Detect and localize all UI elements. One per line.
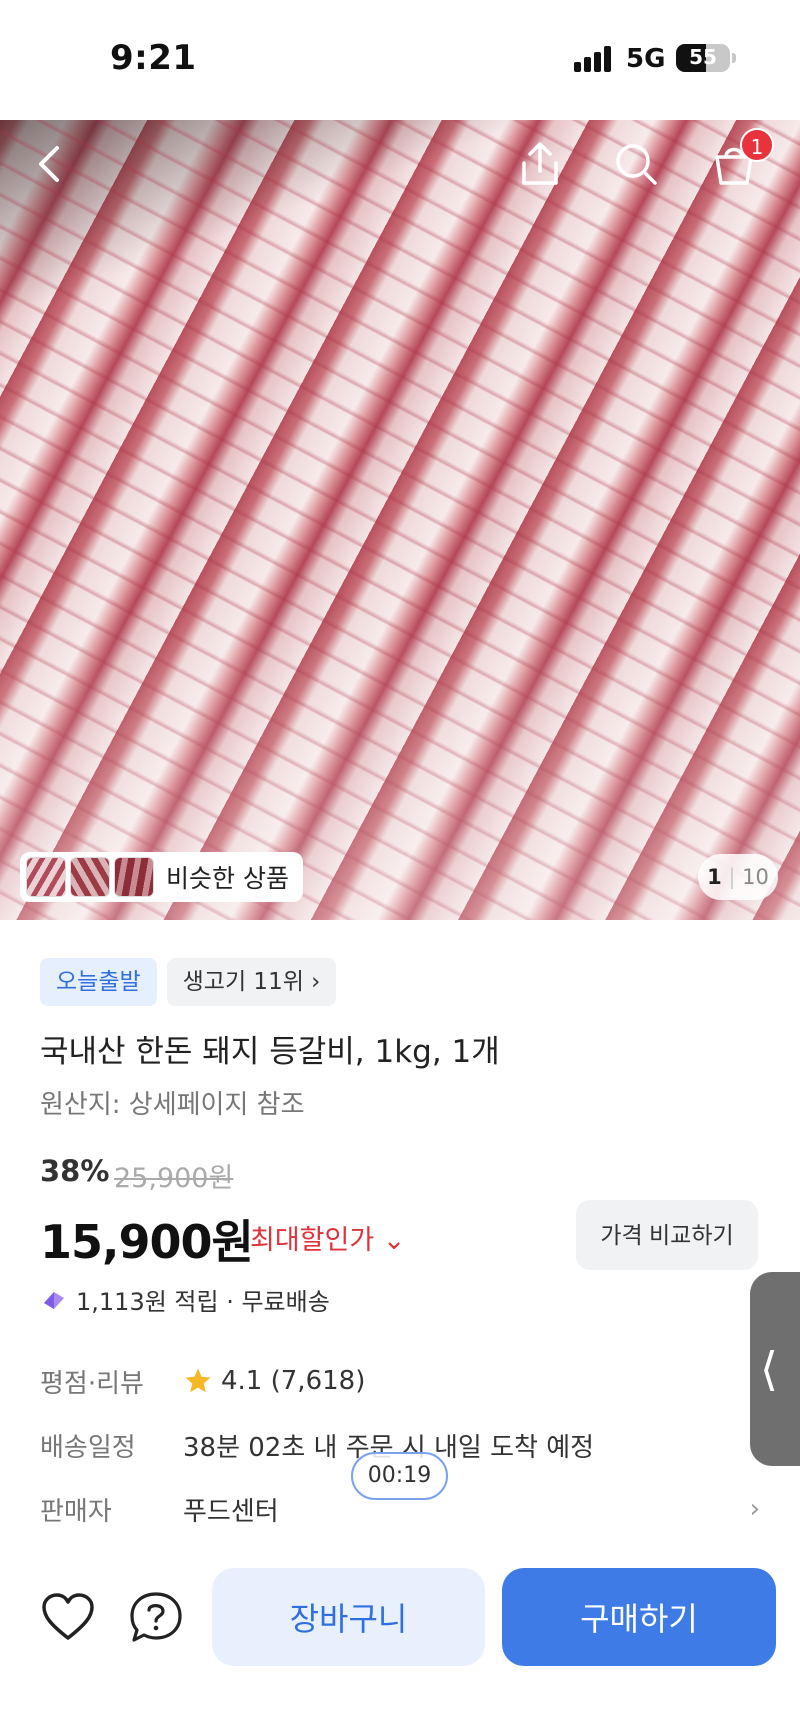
recording-timer[interactable]: 00:19 [351,1452,448,1500]
pager-current: 1 [707,865,722,889]
seller-key: 판매자 [40,1496,112,1527]
sale-price: 15,900원 [40,1215,254,1269]
product-image[interactable] [0,120,800,920]
similar-products-chip[interactable]: 비슷한 상품 [20,852,303,902]
similar-thumb [70,857,110,897]
heart-icon [42,1593,94,1640]
search-icon [616,144,657,185]
similar-thumb [26,857,66,897]
chevron-right-icon: › [749,1494,760,1524]
max-discount-dropdown[interactable]: 최대할인가 ⌄ [250,1218,405,1257]
reward-points: 1,113원 적립 · 무료배송 [40,1282,330,1317]
product-tags: 오늘출발 생고기 11위 › [40,958,337,1006]
add-to-cart-button[interactable]: 장바구니 [212,1568,485,1666]
discount-rate: 38% [40,1154,110,1188]
question-bubble-icon [130,1592,182,1642]
image-pager: 1 | 10 [698,854,778,900]
original-price: 25,900원 [114,1163,234,1194]
search-button[interactable] [608,136,664,192]
star-icon [185,1368,211,1393]
cart-count-badge: 1 [740,128,774,162]
product-origin: 원산지: 상세페이지 참조 [40,1090,305,1120]
pager-total: 10 [742,865,769,889]
price-compare-button[interactable]: 가격 비교하기 [576,1200,758,1270]
inquiry-button[interactable] [128,1590,184,1646]
category-rank-tag[interactable]: 생고기 11위 › [166,958,337,1006]
battery-level: 55 [689,45,717,69]
status-bar: 9:21 5G 55 [0,0,800,120]
favorite-button[interactable] [40,1590,96,1646]
rating-key: 평점·리뷰 [40,1368,144,1399]
battery-icon: 55 [676,44,730,72]
today-shipping-tag[interactable]: 오늘출발 [40,958,157,1006]
rating-review-row[interactable]: 평점·리뷰 4.1 (7,618) › [40,1356,760,1406]
share-icon [522,142,558,185]
back-arrow-icon [39,146,59,182]
similar-products-label: 비슷한 상품 [166,864,289,893]
product-title: 국내산 한돈 돼지 등갈비, 1kg, 1개 [40,1034,500,1070]
points-gem-icon [44,1291,64,1309]
buy-now-button[interactable]: 구매하기 [502,1568,776,1666]
rating-value: 4.1 (7,618) [221,1366,366,1396]
share-button[interactable] [512,136,568,192]
bottom-action-bar: 장바구니 구매하기 [0,1540,800,1734]
points-text: 1,113원 적립 · 무료배송 [76,1288,330,1316]
back-button[interactable] [22,136,78,192]
seller-value: 푸드센터 [183,1496,279,1527]
similar-thumb [114,857,154,897]
status-time: 9:21 [110,38,197,78]
side-panel-handle[interactable]: ⟨ [750,1272,800,1466]
battery-cap [732,53,736,63]
delivery-key: 배송일정 [40,1432,136,1463]
network-type: 5G [626,44,666,74]
cellular-signal-icon [574,46,614,72]
